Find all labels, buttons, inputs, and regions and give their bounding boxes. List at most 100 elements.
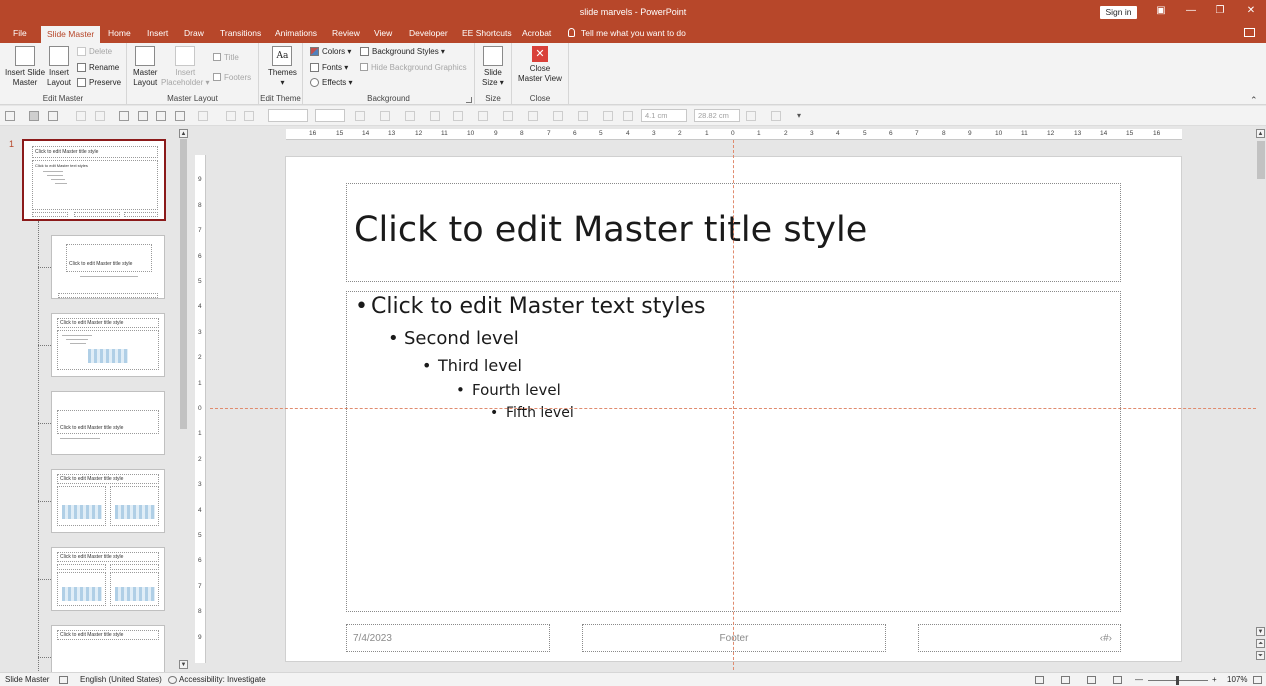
normal-view-icon[interactable] xyxy=(1035,676,1044,684)
fill-color-icon[interactable] xyxy=(380,111,390,121)
zoom-level[interactable]: 107% xyxy=(1227,675,1247,684)
layout-icon[interactable] xyxy=(29,111,39,121)
shape-icon[interactable] xyxy=(175,111,185,121)
vertical-guide[interactable] xyxy=(733,140,734,670)
insert-layout-button[interactable]: Insert Layout xyxy=(47,46,71,88)
tab-review[interactable]: Review xyxy=(332,28,360,38)
master-layout-button[interactable]: Master Layout xyxy=(133,46,157,88)
group-icon[interactable] xyxy=(771,111,781,121)
hide-background-graphics-checkbox[interactable]: Hide Background Graphics xyxy=(360,63,467,72)
select-icon[interactable] xyxy=(156,111,166,121)
reading-view-icon[interactable] xyxy=(1087,676,1096,684)
collapse-ribbon-icon[interactable]: ⌃ xyxy=(1250,95,1258,106)
tab-insert[interactable]: Insert xyxy=(147,28,168,38)
restore-button[interactable]: ❐ xyxy=(1205,3,1235,19)
tab-home[interactable]: Home xyxy=(108,28,131,38)
rotate-icon[interactable] xyxy=(746,111,756,121)
dash-style-icon[interactable] xyxy=(453,111,463,121)
text-box-icon[interactable] xyxy=(119,111,129,121)
zoom-slider-thumb[interactable] xyxy=(1176,676,1179,685)
tell-me-search[interactable]: Tell me what you want to do xyxy=(568,28,686,38)
tab-animations[interactable]: Animations xyxy=(275,28,317,38)
thumbnail-layout-title-content[interactable]: Click to edit Master title style xyxy=(51,313,165,377)
comments-icon[interactable] xyxy=(1244,28,1255,37)
undo-icon[interactable] xyxy=(226,111,236,121)
date-placeholder[interactable]: 7/4/2023 xyxy=(346,624,550,652)
tab-ee-shortcuts[interactable]: EE Shortcuts xyxy=(462,28,512,38)
thumbnail-layout-two-content[interactable]: Click to edit Master title style xyxy=(51,469,165,533)
line-weight-icon[interactable] xyxy=(430,111,440,121)
shape-height-field[interactable]: 28.82 cm xyxy=(694,109,740,122)
slide-size-button[interactable]: Slide Size ▾ xyxy=(482,46,504,88)
footers-checkbox[interactable]: Footers xyxy=(213,73,251,82)
thumbnail-layout-title-only[interactable]: Click to edit Master title style xyxy=(51,625,165,672)
font-color-icon[interactable] xyxy=(355,111,365,121)
zoom-in-button[interactable]: + xyxy=(1212,675,1217,684)
minimize-button[interactable]: — xyxy=(1176,3,1206,19)
tab-draw[interactable]: Draw xyxy=(184,28,204,38)
ribbon-display-options-icon[interactable]: ▣ xyxy=(1146,3,1176,19)
footer-placeholder[interactable]: Footer xyxy=(582,624,886,652)
slide-scrollbar[interactable]: ▲ ▼ ⏶ ⏷ xyxy=(1256,127,1266,672)
thumbnail-scrollbar[interactable]: ▲ ▼ xyxy=(178,127,189,672)
tab-slide-master[interactable]: Slide Master xyxy=(41,26,101,43)
fit-slide-icon[interactable] xyxy=(1253,676,1262,684)
bullets-icon[interactable] xyxy=(503,111,513,121)
align-icon[interactable] xyxy=(603,111,613,121)
effects-button[interactable]: Effects ▾ xyxy=(310,78,353,87)
text-effects-icon[interactable] xyxy=(578,111,588,121)
shape-width-field[interactable]: 4.1 cm xyxy=(641,109,687,122)
status-language[interactable]: English (United States) xyxy=(80,675,162,684)
font-size-field[interactable] xyxy=(315,109,345,122)
new-slide-icon[interactable] xyxy=(5,111,15,121)
tab-acrobat[interactable]: Acrobat xyxy=(522,28,551,38)
slide-show-view-icon[interactable] xyxy=(1113,676,1122,684)
title-checkbox[interactable]: Title xyxy=(213,53,239,62)
insert-placeholder-button[interactable]: Insert Placeholder ▾ xyxy=(161,46,210,88)
slide-sorter-view-icon[interactable] xyxy=(1061,676,1070,684)
numbering-icon[interactable] xyxy=(528,111,538,121)
tab-file[interactable]: File xyxy=(13,28,27,38)
sign-in-button[interactable]: Sign in xyxy=(1100,6,1137,19)
previous-slide-icon[interactable]: ⏶ xyxy=(1256,639,1265,648)
scroll-down-icon[interactable]: ▼ xyxy=(1256,627,1265,636)
scroll-up-icon[interactable]: ▲ xyxy=(179,129,188,138)
rename-button[interactable]: Rename xyxy=(77,63,119,72)
slide-scroll-thumb[interactable] xyxy=(1257,141,1265,179)
tab-transitions[interactable]: Transitions xyxy=(220,28,261,38)
next-slide-icon[interactable]: ⏷ xyxy=(1256,651,1265,660)
line-spacing-icon[interactable] xyxy=(478,111,488,121)
font-name-field[interactable] xyxy=(268,109,308,122)
customize-toolbar-icon[interactable]: ▾ xyxy=(797,111,807,121)
format-painter-icon[interactable] xyxy=(198,111,208,121)
line-color-icon[interactable] xyxy=(405,111,415,121)
close-button[interactable]: ✕ xyxy=(1236,3,1266,19)
close-master-view-button[interactable]: ✕ Close Master View xyxy=(518,46,562,84)
thumbnail-layout-title-slide[interactable]: Click to edit Master title style xyxy=(51,235,165,299)
quick-styles-icon[interactable] xyxy=(95,111,105,121)
background-styles-button[interactable]: Background Styles ▾ xyxy=(360,47,445,56)
distribute-icon[interactable] xyxy=(623,111,633,121)
horizontal-guide[interactable] xyxy=(210,408,1256,409)
redo-icon[interactable] xyxy=(244,111,254,121)
thumbnail-layout-section-header[interactable]: Click to edit Master title style xyxy=(51,391,165,455)
shapes-icon[interactable] xyxy=(48,111,58,121)
thumbnail-layout-comparison[interactable]: Click to edit Master title style xyxy=(51,547,165,611)
preserve-button[interactable]: Preserve xyxy=(77,78,121,87)
themes-button[interactable]: Aa Themes ▾ xyxy=(268,46,297,88)
scroll-up-icon[interactable]: ▲ xyxy=(1256,129,1265,138)
dialog-launcher-icon[interactable] xyxy=(466,97,472,103)
zoom-out-button[interactable]: — xyxy=(1135,675,1143,684)
scroll-down-icon[interactable]: ▼ xyxy=(179,660,188,669)
colors-button[interactable]: Colors ▾ xyxy=(310,47,351,56)
tab-developer[interactable]: Developer xyxy=(409,28,448,38)
delete-button[interactable]: Delete xyxy=(77,47,112,56)
picture-icon[interactable] xyxy=(138,111,148,121)
slide-number-placeholder[interactable]: ‹#› xyxy=(918,624,1121,652)
shape-outline-icon[interactable] xyxy=(553,111,563,121)
thumbnail-scroll-thumb[interactable] xyxy=(180,139,187,429)
tab-view[interactable]: View xyxy=(374,28,392,38)
insert-slide-master-button[interactable]: Insert Slide Master xyxy=(5,46,45,88)
status-accessibility[interactable]: Accessibility: Investigate xyxy=(179,675,266,684)
arrange-icon[interactable] xyxy=(76,111,86,121)
